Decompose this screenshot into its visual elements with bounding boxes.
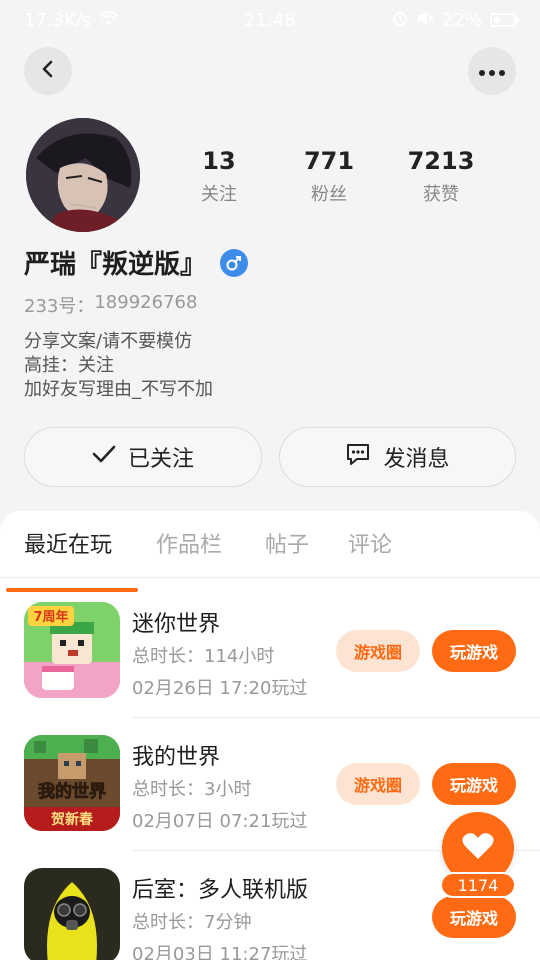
more-button[interactable] <box>468 47 516 95</box>
followed-label: 已关注 <box>127 447 194 472</box>
followed-button[interactable]: 已关注 <box>24 427 262 487</box>
game-duration: 总时长：114小时 <box>132 646 275 667</box>
fans-count: 771 <box>303 147 355 175</box>
nickname: 严瑞『叛逆版』 <box>24 250 207 280</box>
bio-line: 分享文案/请不要模仿 <box>24 331 193 352</box>
game-icon: 7周年 <box>24 602 120 698</box>
send-message-label: 发消息 <box>383 447 450 472</box>
network-speed: 17.3K/s <box>24 9 92 31</box>
game-title: 迷你世界 <box>132 612 221 637</box>
divider <box>132 717 540 718</box>
game-sub-badge: 贺新春 <box>50 811 94 828</box>
game-last-played: 02月03日 11:27玩过 <box>132 944 308 960</box>
game-icon <box>24 868 120 960</box>
wifi-icon <box>99 10 119 31</box>
tab-recently-played[interactable]: 最近在玩 <box>24 527 112 559</box>
send-message-button[interactable]: 发消息 <box>279 427 516 487</box>
male-icon <box>220 248 249 277</box>
heart-icon <box>461 831 495 865</box>
following-label: 关注 <box>201 184 237 205</box>
following-stat[interactable]: 13 关注 <box>159 146 279 206</box>
battery-icon <box>490 13 519 27</box>
likes-received-count: 7213 <box>407 147 475 175</box>
avatar[interactable] <box>26 118 140 232</box>
chat-icon <box>345 442 371 472</box>
tab-comments[interactable]: 评论 <box>348 527 392 559</box>
uid-value: 189926768 <box>94 292 198 313</box>
divider <box>0 577 540 578</box>
fans-label: 粉丝 <box>311 184 347 205</box>
likes-stat[interactable]: 7213 获赞 <box>381 146 501 206</box>
tab-posts[interactable]: 帖子 <box>265 527 309 559</box>
likes-received-label: 获赞 <box>423 184 459 205</box>
game-last-played: 02月26日 17:20玩过 <box>132 678 308 699</box>
back-button[interactable] <box>24 47 72 95</box>
mute-icon <box>416 10 434 31</box>
game-badge: 7周年 <box>33 609 68 625</box>
game-title: 后室：多人联机版 <box>132 878 309 903</box>
like-count-badge: 1174 <box>440 872 516 898</box>
bio-line: 高挂：关注 <box>24 355 114 376</box>
game-title: 我的世界 <box>132 745 221 770</box>
tab-works[interactable]: 作品栏 <box>156 527 222 559</box>
uid-row: 233号： 189926768 <box>24 292 197 318</box>
tab-bar: 最近在玩 作品栏 帖子 评论 <box>0 527 540 592</box>
game-badge: 我的世界 <box>38 781 106 802</box>
bio: 分享文案/请不要模仿 高挂：关注 加好友写理由_不写不加 <box>24 330 213 402</box>
following-count: 13 <box>202 147 236 175</box>
list-item[interactable]: 7周年 迷你世界 总时长：114小时 02月26日 17:20玩过 游戏圈 玩游… <box>0 602 540 734</box>
back-icon <box>38 59 58 83</box>
uid-label: 233号： <box>24 296 95 317</box>
check-icon <box>92 444 116 470</box>
game-last-played: 02月07日 07:21玩过 <box>132 811 308 832</box>
tab-indicator <box>6 588 138 592</box>
play-game-button[interactable]: 玩游戏 <box>432 896 516 938</box>
game-icon: 我的世界 贺新春 <box>24 735 120 831</box>
game-circle-button[interactable]: 游戏圈 <box>336 630 420 672</box>
battery-level: 22% <box>441 9 482 31</box>
fans-stat[interactable]: 771 粉丝 <box>269 146 389 206</box>
play-game-button[interactable]: 玩游戏 <box>432 763 516 805</box>
bio-line: 加好友写理由_不写不加 <box>24 379 213 400</box>
game-circle-button[interactable]: 游戏圈 <box>336 763 420 805</box>
status-bar: 17.3K/s 21:48 22% <box>0 0 540 40</box>
alarm-icon <box>392 10 408 31</box>
game-duration: 总时长：7分钟 <box>132 912 252 933</box>
game-duration: 总时长：3小时 <box>132 779 252 800</box>
play-game-button[interactable]: 玩游戏 <box>432 630 516 672</box>
nickname-row: 严瑞『叛逆版』 <box>24 244 249 281</box>
more-icon <box>478 62 506 81</box>
